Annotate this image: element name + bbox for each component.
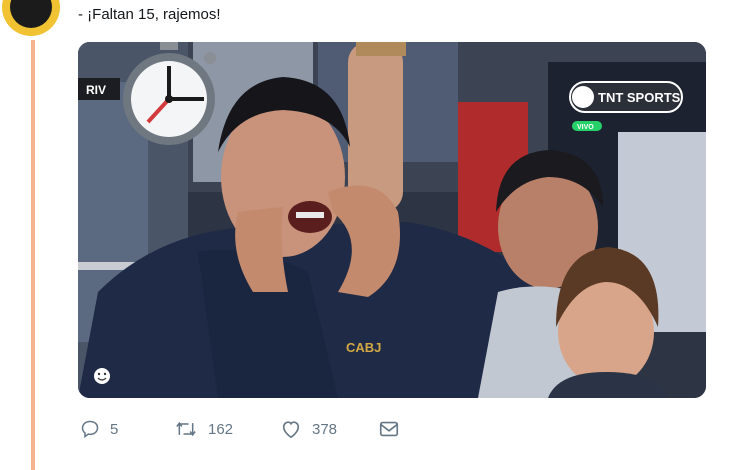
media-image: CABJ RIV TNT SPORTS VIVO: [78, 42, 706, 398]
emoji-icon[interactable]: [94, 368, 110, 384]
reply-icon: [81, 420, 99, 438]
avatar[interactable]: [0, 0, 62, 40]
retweet-button[interactable]: 162: [174, 419, 280, 439]
retweet-icon: [176, 421, 196, 437]
like-button[interactable]: 378: [280, 419, 378, 439]
thread-line: [31, 40, 35, 470]
tweet-actions: 5 162 378: [80, 416, 400, 442]
broadcaster-name: TNT SPORTS: [598, 90, 681, 105]
message-icon: [379, 421, 399, 437]
tweet-media[interactable]: CABJ RIV TNT SPORTS VIVO: [78, 42, 706, 398]
retweet-count: 162: [208, 420, 234, 438]
scoreboard-team: RIV: [86, 83, 106, 97]
like-icon: [282, 421, 300, 439]
tweet-text: - ¡Faltan 15, rajemos!: [78, 6, 221, 23]
message-button[interactable]: [378, 419, 400, 439]
reply-count: 5: [110, 420, 119, 438]
jacket-text: CABJ: [346, 340, 381, 355]
live-label: VIVO: [577, 124, 594, 131]
reply-button[interactable]: 5: [80, 419, 174, 439]
like-count: 378: [312, 420, 338, 438]
